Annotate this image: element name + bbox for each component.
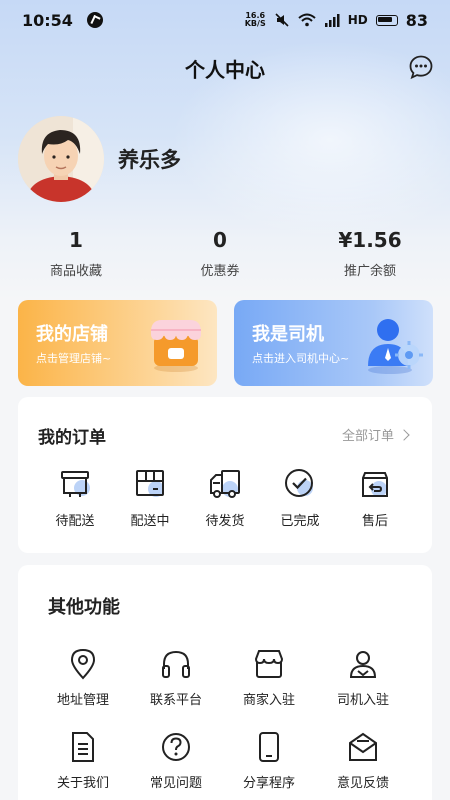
driver-card[interactable]: 我是司机 点击进入司机中心~ — [234, 300, 433, 386]
chat-bubble-icon — [409, 55, 433, 80]
order-label: 配送中 — [130, 514, 170, 529]
func-label: 分享程序 — [242, 776, 295, 791]
driver-settings-icon — [368, 319, 423, 374]
func-label: 常见问题 — [149, 776, 202, 791]
avatar[interactable] — [18, 116, 104, 202]
stat-label: 优惠券 — [200, 264, 240, 279]
shop-card-subtitle: 点击管理店铺~ — [36, 352, 112, 365]
check-icon — [283, 467, 317, 501]
func-faq[interactable]: 常见问题 — [129, 730, 223, 791]
shop-icon — [151, 320, 201, 372]
network-type: HD — [347, 13, 368, 27]
after-sale-icon — [358, 467, 392, 501]
stat-promo-balance[interactable]: ¥1.56 推广余额 — [310, 228, 430, 279]
location-icon — [66, 647, 100, 681]
status-time: 10:54 — [22, 10, 73, 30]
func-label: 关于我们 — [56, 776, 109, 791]
username: 养乐多 — [118, 148, 181, 172]
other-functions-panel: 其他功能 地址管理 联系平台 商家入驻 司机入驻 关于我们 常见问题 分享程序 … — [18, 565, 432, 800]
driver-card-title: 我是司机 — [252, 324, 324, 345]
stat-value: ¥1.56 — [338, 228, 402, 252]
battery-level: 83 — [405, 10, 428, 30]
func-label: 联系平台 — [149, 693, 202, 708]
net-speed-unit: KB/S — [244, 19, 266, 28]
stat-value: 1 — [69, 228, 83, 252]
order-completed[interactable]: 已完成 — [260, 467, 340, 529]
order-label: 待发货 — [205, 514, 245, 529]
order-awaiting-shipment[interactable]: 待发货 — [185, 467, 265, 529]
stat-coupons[interactable]: 0 优惠券 — [160, 228, 280, 279]
message-button[interactable] — [408, 54, 434, 80]
driver-icon — [346, 647, 380, 681]
order-pending-delivery[interactable]: 待配送 — [35, 467, 115, 529]
net-speed: 16.6 KB/S — [245, 12, 266, 28]
func-merchant-onboarding[interactable]: 商家入驻 — [222, 647, 316, 708]
signal-icon — [324, 14, 340, 27]
order-label: 待配送 — [55, 514, 95, 529]
func-label: 地址管理 — [56, 693, 109, 708]
order-label: 已完成 — [280, 514, 320, 529]
all-orders-label: 全部订单 — [341, 429, 394, 444]
in-delivery-icon — [133, 467, 167, 501]
my-orders-panel: 我的订单 全部订单 待配送 配送中 待发货 已完成 售后 — [18, 397, 432, 553]
all-orders-link[interactable]: 全部订单 — [341, 425, 410, 444]
orders-title: 我的订单 — [38, 428, 106, 448]
my-shop-card[interactable]: 我的店铺 点击管理店铺~ — [18, 300, 217, 386]
chevron-right-icon — [398, 428, 410, 441]
func-feedback[interactable]: 意见反馈 — [316, 730, 410, 791]
mute-icon — [275, 13, 289, 27]
store-icon — [252, 647, 286, 681]
func-share-app[interactable]: 分享程序 — [222, 730, 316, 791]
func-driver-onboarding[interactable]: 司机入驻 — [316, 647, 410, 708]
stat-label: 推广余额 — [343, 264, 396, 279]
order-after-sale[interactable]: 售后 — [335, 467, 415, 529]
stat-favorites[interactable]: 1 商品收藏 — [16, 228, 136, 279]
truck-icon — [208, 467, 242, 501]
page-header: 个人中心 — [0, 48, 450, 88]
func-label: 意见反馈 — [336, 776, 389, 791]
wifi-icon — [298, 13, 316, 27]
func-address-management[interactable]: 地址管理 — [36, 647, 130, 708]
func-label: 商家入驻 — [242, 693, 295, 708]
profile-section[interactable]: 养乐多 — [18, 116, 181, 202]
document-icon — [66, 730, 100, 764]
func-about-us[interactable]: 关于我们 — [36, 730, 130, 791]
phone-icon — [252, 730, 286, 764]
headset-icon — [159, 647, 193, 681]
shop-card-title: 我的店铺 — [36, 324, 108, 345]
page-title: 个人中心 — [185, 57, 265, 82]
stats-row: 1 商品收藏 0 优惠券 ¥1.56 推广余额 — [0, 228, 450, 279]
app-notification-icon — [86, 12, 103, 28]
status-bar: 10:54 16.6 KB/S HD 83 — [0, 0, 450, 40]
other-functions-title: 其他功能 — [48, 597, 120, 618]
avatar-photo — [18, 116, 104, 202]
status-indicators: 16.6 KB/S HD 83 — [245, 11, 428, 30]
order-in-delivery[interactable]: 配送中 — [110, 467, 190, 529]
order-label: 售后 — [361, 514, 388, 529]
func-contact-platform[interactable]: 联系平台 — [129, 647, 223, 708]
stat-label: 商品收藏 — [49, 264, 102, 279]
mail-icon — [346, 730, 380, 764]
question-icon — [159, 730, 193, 764]
func-label: 司机入驻 — [336, 693, 389, 708]
stat-value: 0 — [213, 228, 227, 252]
battery-icon — [375, 14, 398, 26]
driver-card-subtitle: 点击进入司机中心~ — [252, 352, 350, 365]
pending-delivery-icon — [58, 467, 92, 501]
